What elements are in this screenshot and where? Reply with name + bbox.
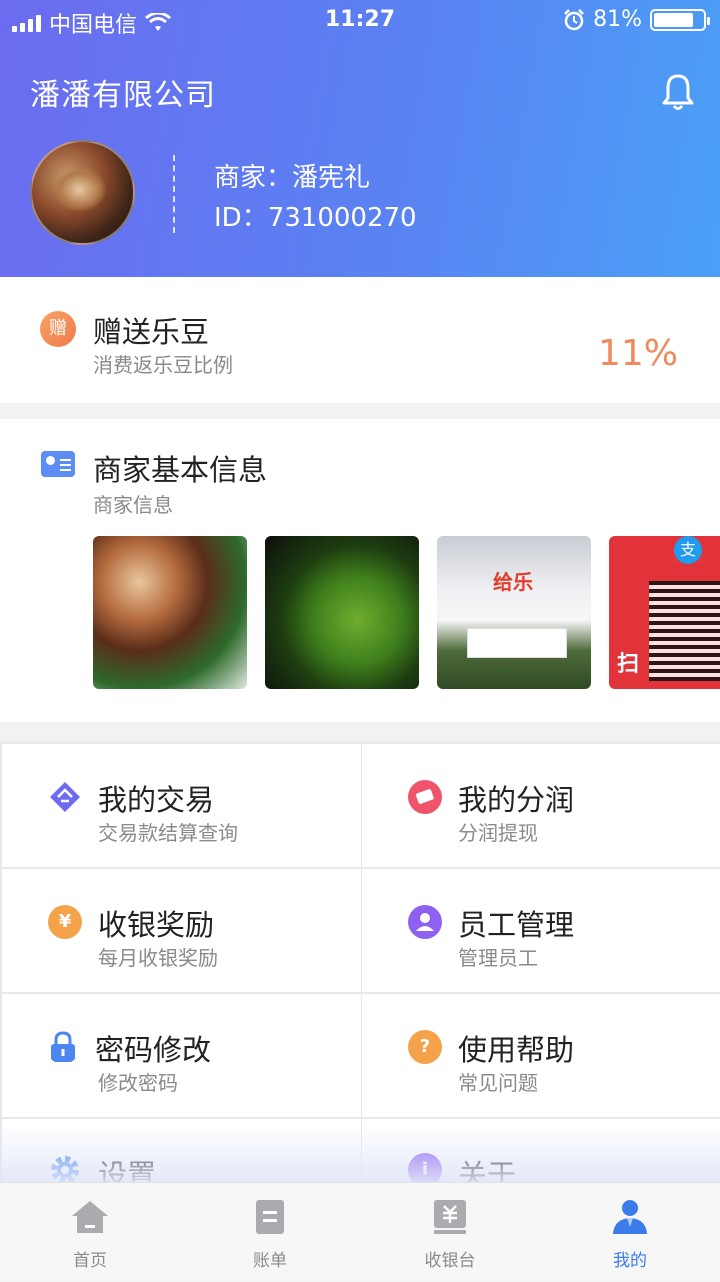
cashier-icon xyxy=(434,1200,466,1234)
menu-my-profit-share[interactable]: 我的分润 分润提现 xyxy=(362,744,720,867)
menu-title: 我的交易 xyxy=(98,783,215,817)
help-icon: ? xyxy=(408,1030,442,1064)
office-logo: 给乐 xyxy=(493,570,533,594)
menu-staff-management[interactable]: 员工管理 管理员工 xyxy=(362,869,720,992)
gift-subtitle: 消费返乐豆比例 xyxy=(93,353,233,377)
menu-help[interactable]: ? 使用帮助 常见问题 xyxy=(362,994,720,1117)
profile-header: 中国电信 11:27 81% 潘潘有限公司 商家：潘宪礼 ID：73100027… xyxy=(0,0,720,277)
battery-percent: 81% xyxy=(593,7,642,32)
tab-label: 我的 xyxy=(613,1251,647,1271)
scan-label: 扫 xyxy=(617,652,640,677)
info-subtitle: 商家信息 xyxy=(93,493,173,517)
status-bar: 中国电信 11:27 81% xyxy=(0,0,720,40)
tab-bill[interactable]: 账单 xyxy=(180,1183,360,1282)
merchant-photo-food[interactable] xyxy=(93,536,247,689)
id-card-icon xyxy=(41,451,75,477)
gift-beans-section[interactable]: 赠 赠送乐豆 消费返乐豆比例 11% xyxy=(0,277,720,403)
avatar[interactable] xyxy=(30,140,135,245)
merchant-photo-qrcode[interactable]: 支 扫 xyxy=(609,536,720,689)
menu-title: 收银奖励 xyxy=(98,908,215,942)
company-name: 潘潘有限公司 xyxy=(30,78,216,113)
tab-mine[interactable]: 我的 xyxy=(540,1183,720,1282)
menu-cashier-reward[interactable]: ¥ 收银奖励 每月收银奖励 xyxy=(2,869,361,992)
merchant-id: ID：731000270 xyxy=(214,203,417,233)
menu-subtitle: 交易款结算查询 xyxy=(98,821,238,845)
header-divider xyxy=(173,155,175,233)
merchant-info-section[interactable]: 商家基本信息 商家信息 给乐 支 扫 xyxy=(0,419,720,722)
menu-subtitle: 每月收银奖励 xyxy=(98,946,218,970)
menu-title: 密码修改 xyxy=(95,1033,212,1067)
home-icon xyxy=(72,1201,108,1233)
tab-home[interactable]: 首页 xyxy=(0,1183,180,1282)
battery-icon xyxy=(650,8,710,31)
menu-subtitle: 管理员工 xyxy=(458,946,538,970)
alipay-icon: 支 xyxy=(674,536,702,564)
menu-title: 员工管理 xyxy=(458,908,575,942)
menu-title: 使用帮助 xyxy=(458,1033,575,1067)
qr-code-icon xyxy=(649,581,720,681)
share-profit-icon xyxy=(408,780,442,814)
gift-title: 赠送乐豆 xyxy=(93,315,210,349)
menu-subtitle: 分润提现 xyxy=(458,821,538,845)
transaction-icon xyxy=(50,782,80,812)
staff-icon xyxy=(408,905,442,939)
menu-my-transactions[interactable]: 我的交易 交易款结算查询 xyxy=(2,744,361,867)
yuan-reward-icon: ¥ xyxy=(48,905,82,939)
lock-icon xyxy=(51,1031,75,1062)
gift-percent: 11% xyxy=(597,333,678,374)
tab-label: 首页 xyxy=(73,1251,107,1271)
bell-icon[interactable] xyxy=(660,72,696,112)
merchant-name: 商家：潘宪礼 xyxy=(214,163,371,193)
menu-change-password[interactable]: 密码修改 修改密码 xyxy=(2,994,361,1117)
menu-subtitle: 常见问题 xyxy=(458,1071,538,1095)
gift-icon: 赠 xyxy=(40,311,76,347)
tab-cashier[interactable]: 收银台 xyxy=(360,1183,540,1282)
alarm-icon xyxy=(564,8,584,30)
tab-label: 账单 xyxy=(253,1251,287,1271)
tab-label: 收银台 xyxy=(424,1251,476,1271)
merchant-photo-office[interactable]: 给乐 xyxy=(437,536,591,689)
menu-title: 我的分润 xyxy=(458,783,575,817)
info-title: 商家基本信息 xyxy=(93,453,268,487)
tab-bar: 首页 账单 收银台 我的 xyxy=(0,1182,720,1281)
menu-grid: 我的交易 交易款结算查询 我的分润 分润提现 ¥ 收银奖励 每月收银奖励 员工管… xyxy=(0,742,720,1242)
menu-subtitle: 修改密码 xyxy=(98,1071,178,1095)
bill-icon xyxy=(256,1200,284,1234)
profile-icon xyxy=(613,1200,647,1234)
merchant-photo-plant[interactable] xyxy=(265,536,419,689)
